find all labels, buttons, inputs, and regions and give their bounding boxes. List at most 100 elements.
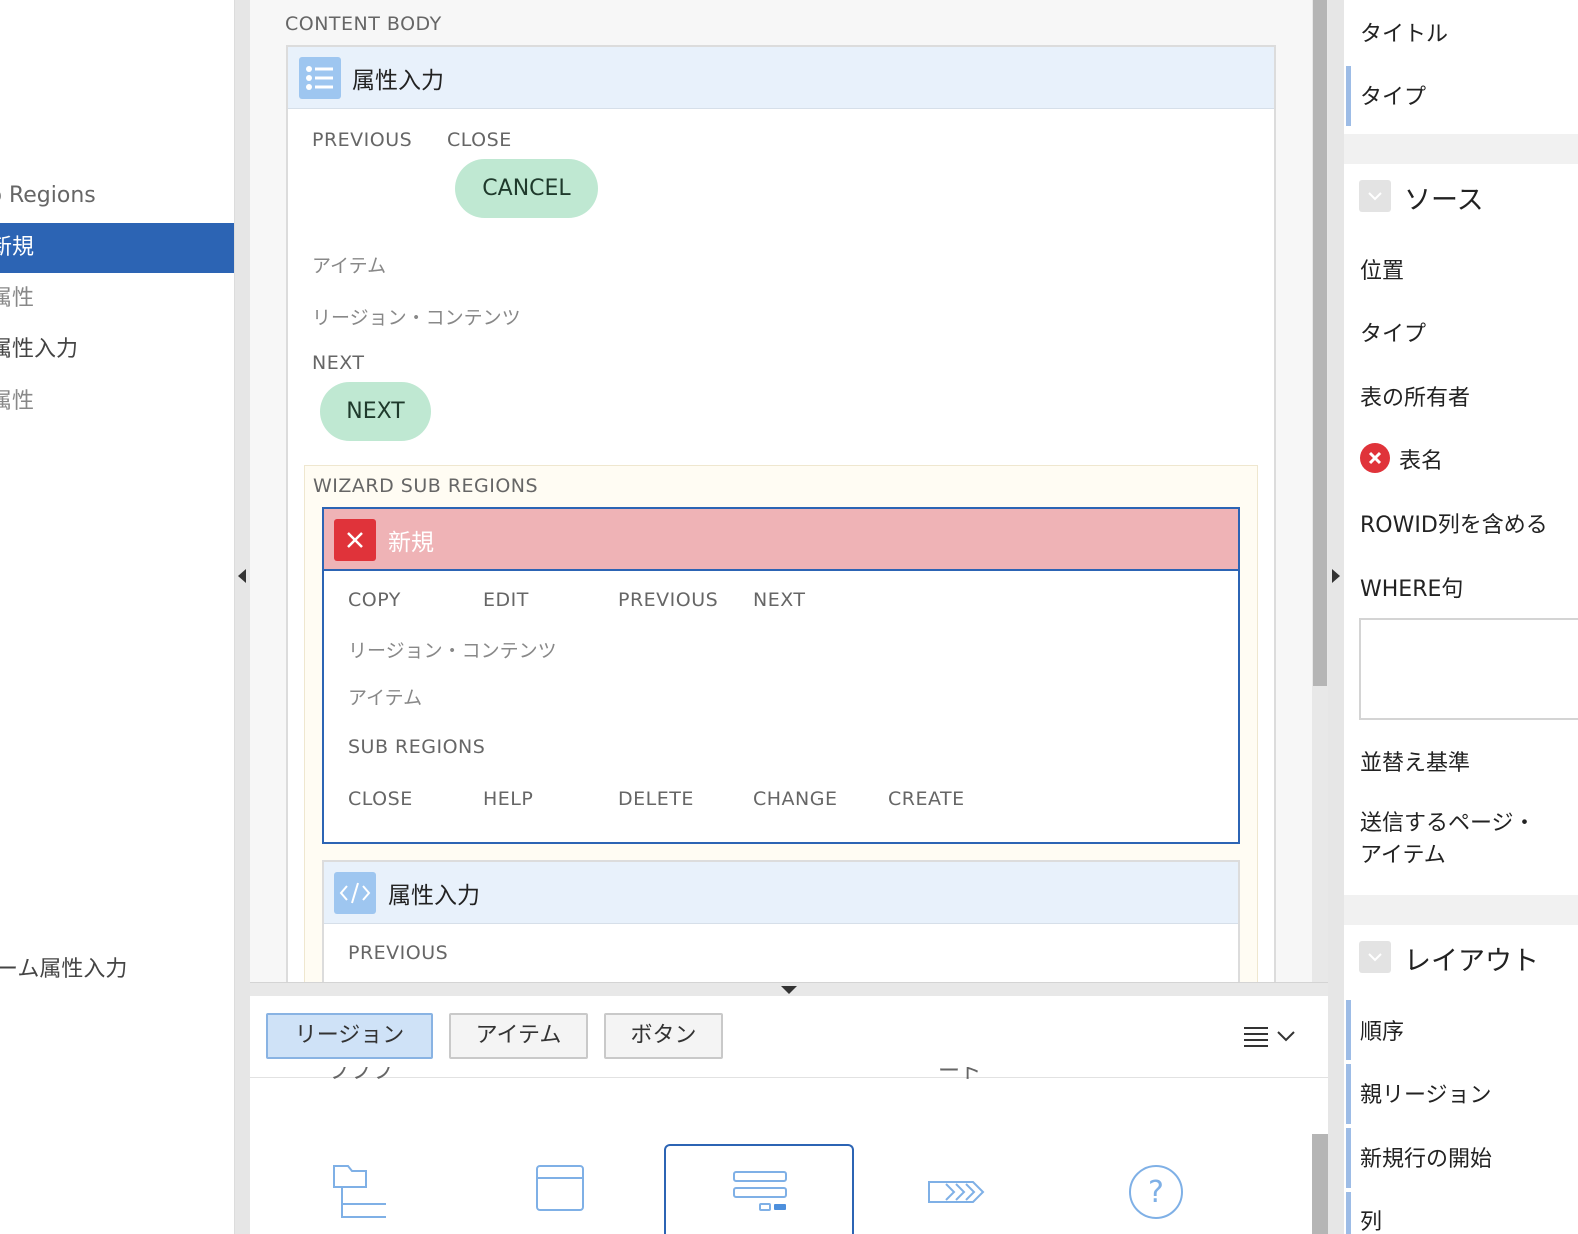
previous-slot[interactable]: PREVIOUS bbox=[618, 589, 718, 611]
previous-slot[interactable]: PREVIOUS bbox=[312, 129, 412, 151]
tree-item-label: p Regions bbox=[0, 183, 96, 208]
tree-item-label: 属性入力 bbox=[0, 337, 79, 362]
svg-text:?: ? bbox=[1148, 1175, 1164, 1210]
wizard-sub-regions-label: WIZARD SUB REGIONS bbox=[313, 475, 539, 497]
section-layout-title[interactable]: レイアウト bbox=[1404, 939, 1539, 978]
create-slot[interactable]: CREATE bbox=[888, 788, 965, 810]
content-body-label: CONTENT BODY bbox=[285, 13, 442, 35]
tree-item-label: ーム属性入力 bbox=[0, 957, 128, 982]
delete-slot[interactable]: DELETE bbox=[618, 788, 694, 810]
gallery-item-label: ード bbox=[938, 1067, 983, 1083]
section-gap bbox=[1344, 134, 1578, 164]
layout-canvas: CONTENT BODY 属性入力 PREVIOUS CLOSE CANCEL … bbox=[250, 0, 1312, 982]
change-slot[interactable]: CHANGE bbox=[753, 788, 838, 810]
required-indicator bbox=[1346, 66, 1351, 126]
next-slot[interactable]: NEXT bbox=[753, 589, 806, 611]
prop-column[interactable]: 列 bbox=[1360, 1204, 1382, 1234]
prop-source-type[interactable]: タイプ bbox=[1360, 316, 1426, 348]
prop-start-new-row[interactable]: 新規行の開始 bbox=[1360, 1141, 1492, 1173]
region-contents-slot[interactable]: リージョン・コンテンツ bbox=[312, 303, 521, 330]
region-title: 新規 bbox=[388, 530, 434, 556]
wizard-steps-icon[interactable] bbox=[926, 1172, 990, 1212]
collapse-right-icon[interactable] bbox=[1332, 569, 1340, 583]
gallery-divider bbox=[250, 1077, 1328, 1078]
prop-type[interactable]: タイプ bbox=[1360, 79, 1426, 111]
tree-item-form-attribute-input[interactable]: ーム属性入力 bbox=[0, 945, 234, 995]
tab-buttons[interactable]: ボタン bbox=[604, 1013, 723, 1059]
prop-where-clause[interactable]: WHERE句 bbox=[1360, 571, 1463, 603]
gallery-item-label-cut-2: ード bbox=[938, 1067, 998, 1083]
region-new[interactable]: 新規 COPY EDIT PREVIOUS NEXT リージョン・コンテンツ ア… bbox=[322, 507, 1240, 844]
tree-item-attribute-input[interactable]: 属性入力 bbox=[0, 325, 234, 375]
section-source-title[interactable]: ソース bbox=[1404, 178, 1484, 217]
required-indicator bbox=[1346, 1000, 1351, 1060]
tab-items[interactable]: アイテム bbox=[449, 1013, 588, 1059]
menu-chevron-icon[interactable] bbox=[1240, 1022, 1300, 1052]
region-header: 属性入力 bbox=[288, 47, 1274, 109]
region-contents-slot[interactable]: リージョン・コンテンツ bbox=[348, 636, 557, 663]
prop-page-items-to-submit[interactable]: 送信するページ・ アイテム bbox=[1360, 808, 1536, 872]
tree-icon[interactable] bbox=[328, 1162, 394, 1228]
chevron-down-icon[interactable] bbox=[1359, 941, 1391, 973]
next-slot[interactable]: NEXT bbox=[312, 352, 365, 374]
prop-table-name[interactable]: 表名 bbox=[1399, 443, 1443, 475]
prop-parent-region[interactable]: 親リージョン bbox=[1360, 1077, 1492, 1109]
prop-order-by[interactable]: 並替え基準 bbox=[1360, 745, 1470, 777]
error-icon bbox=[1360, 443, 1390, 473]
close-slot[interactable]: CLOSE bbox=[348, 788, 413, 810]
required-indicator bbox=[1346, 1064, 1351, 1124]
items-slot[interactable]: アイテム bbox=[348, 683, 422, 710]
copy-slot[interactable]: COPY bbox=[348, 589, 401, 611]
gallery-panel: リージョン アイテム ボタン ブブブ ード ? bbox=[250, 996, 1328, 1234]
bottom-splitter[interactable] bbox=[250, 982, 1328, 996]
scrollbar-thumb[interactable] bbox=[1313, 0, 1327, 686]
tree-item-label: 新規 bbox=[0, 235, 35, 260]
code-icon bbox=[334, 872, 376, 914]
help-icon[interactable]: ? bbox=[1126, 1162, 1186, 1222]
help-slot[interactable]: HELP bbox=[483, 788, 533, 810]
tree-item-label: 属性 bbox=[0, 286, 35, 311]
region-title: 属性入力 bbox=[388, 883, 480, 909]
gallery-scrollbar-thumb[interactable] bbox=[1312, 1134, 1328, 1234]
gallery-item-label: ブブブ bbox=[328, 1067, 395, 1083]
canvas-scrollbar[interactable] bbox=[1312, 0, 1328, 982]
right-splitter[interactable] bbox=[1328, 0, 1344, 1234]
region-title: 属性入力 bbox=[352, 68, 444, 94]
collapse-left-icon[interactable] bbox=[238, 569, 246, 583]
sub-regions-slot[interactable]: SUB REGIONS bbox=[348, 736, 485, 758]
prop-include-rowid[interactable]: ROWID列を含める bbox=[1360, 507, 1548, 539]
section-gap bbox=[1344, 895, 1578, 925]
region-attribute-input-2[interactable]: 属性入力 PREVIOUS bbox=[322, 860, 1240, 982]
previous-slot[interactable]: PREVIOUS bbox=[348, 942, 448, 964]
tab-regions[interactable]: リージョン bbox=[266, 1013, 433, 1059]
gallery-item-label-cut: ブブブ bbox=[328, 1067, 408, 1083]
region-attribute-input[interactable]: 属性入力 PREVIOUS CLOSE CANCEL アイテム リージョン・コン… bbox=[286, 45, 1276, 982]
cancel-button[interactable]: CANCEL bbox=[455, 159, 598, 218]
region-header: 属性入力 bbox=[324, 862, 1238, 924]
edit-slot[interactable]: EDIT bbox=[483, 589, 529, 611]
form-icon bbox=[730, 1166, 790, 1216]
window-icon[interactable] bbox=[534, 1162, 594, 1222]
component-tree: p Regions 新規 属性 属性入力 属性 ーム属性入力 bbox=[0, 0, 235, 1234]
prop-table-owner[interactable]: 表の所有者 bbox=[1360, 380, 1470, 412]
region-header: 新規 bbox=[324, 509, 1238, 571]
tree-item-label: 属性 bbox=[0, 389, 35, 414]
where-clause-input[interactable] bbox=[1359, 618, 1578, 720]
items-slot[interactable]: アイテム bbox=[312, 251, 386, 278]
tree-item-attribute-2[interactable]: 属性 bbox=[0, 377, 234, 427]
tree-item-sub-regions[interactable]: p Regions bbox=[0, 171, 234, 221]
tree-item-new[interactable]: 新規 bbox=[0, 223, 234, 273]
tree-item-attribute[interactable]: 属性 bbox=[0, 274, 234, 324]
required-indicator bbox=[1346, 1192, 1351, 1234]
prop-sequence[interactable]: 順序 bbox=[1360, 1014, 1404, 1046]
left-splitter[interactable] bbox=[235, 0, 250, 1234]
close-slot[interactable]: CLOSE bbox=[447, 129, 512, 151]
error-x-icon bbox=[334, 519, 376, 561]
collapse-down-icon[interactable] bbox=[781, 986, 797, 994]
form-region-tile[interactable] bbox=[664, 1144, 854, 1234]
chevron-down-icon[interactable] bbox=[1359, 180, 1391, 212]
prop-title[interactable]: タイトル bbox=[1360, 16, 1448, 48]
required-indicator bbox=[1346, 1128, 1351, 1188]
next-button[interactable]: NEXT bbox=[320, 382, 431, 441]
prop-position[interactable]: 位置 bbox=[1360, 253, 1404, 285]
